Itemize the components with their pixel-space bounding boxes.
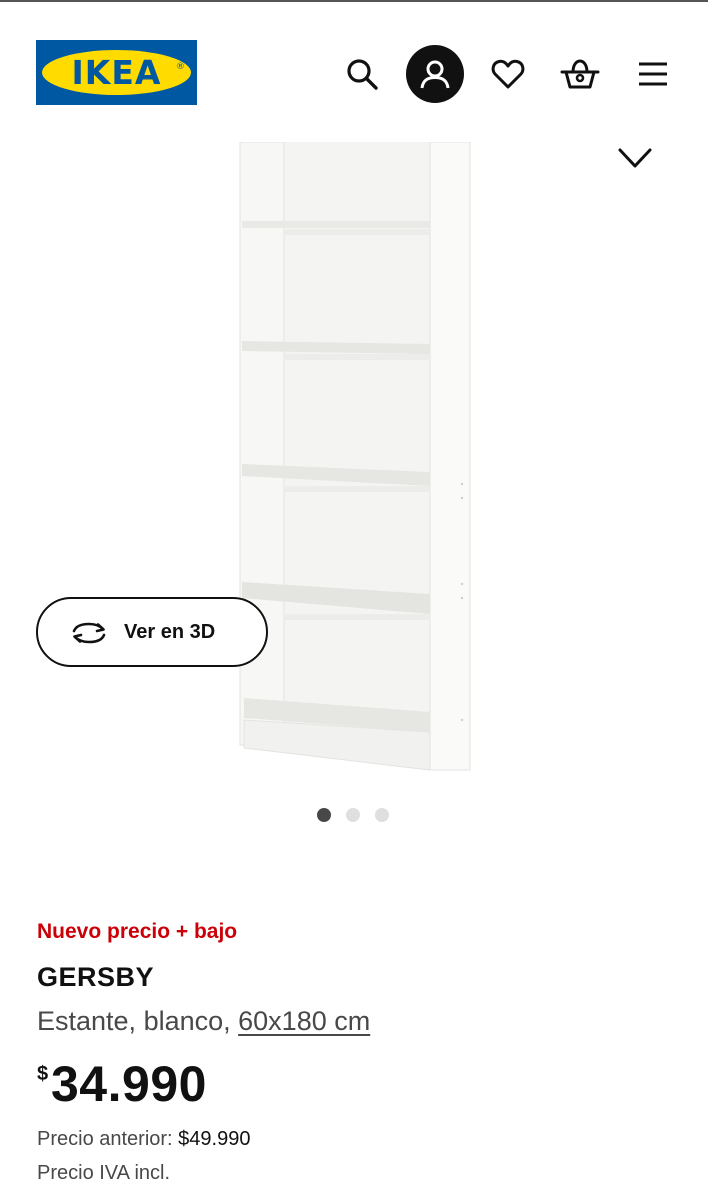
previous-price: Precio anterior: $49.990: [37, 1128, 250, 1151]
pagination-dot-3[interactable]: [375, 808, 389, 822]
gallery-favorite-button[interactable]: [610, 138, 660, 172]
favorites-button[interactable]: [478, 44, 538, 104]
tax-note: Precio IVA incl.: [37, 1162, 171, 1184]
heart-icon: [491, 59, 525, 89]
product-description: Estante, blanco, 60x180 cm: [37, 1006, 370, 1037]
heart-icon: [618, 148, 652, 168]
product-dimensions-link[interactable]: 60x180 cm: [238, 1006, 370, 1036]
product-name: GERSBY: [37, 962, 155, 992]
basket-button[interactable]: [550, 44, 610, 104]
account-icon: [420, 60, 450, 89]
menu-button[interactable]: [623, 44, 683, 104]
search-button[interactable]: [332, 44, 392, 104]
previous-price-label: Precio anterior:: [37, 1128, 179, 1150]
price-badge: Nuevo precio + bajo: [37, 920, 238, 943]
logo-registered-mark: ®: [176, 62, 185, 72]
view-3d-button[interactable]: Ver en 3D: [36, 597, 268, 667]
product-type-text: Estante, blanco,: [37, 1006, 239, 1036]
menu-icon: [639, 62, 667, 86]
view-3d-label: Ver en 3D: [124, 621, 216, 643]
site-header: IKEA ®: [0, 2, 708, 142]
previous-price-value: $49.990: [178, 1128, 251, 1150]
price-amount: 34.990: [51, 1056, 207, 1112]
ikea-logo[interactable]: IKEA ®: [36, 40, 197, 105]
basket-icon: [560, 59, 600, 89]
currency-symbol: $: [37, 1063, 49, 1085]
account-button[interactable]: [406, 45, 464, 103]
pagination-dot-1[interactable]: [317, 808, 331, 822]
rotate-3d-icon: [72, 622, 106, 644]
product-image[interactable]: [0, 142, 708, 842]
search-icon: [347, 59, 378, 90]
logo-text: IKEA: [71, 53, 162, 92]
product-gallery[interactable]: [0, 142, 708, 842]
gallery-pagination: [317, 808, 397, 824]
pagination-dot-2[interactable]: [346, 808, 360, 822]
